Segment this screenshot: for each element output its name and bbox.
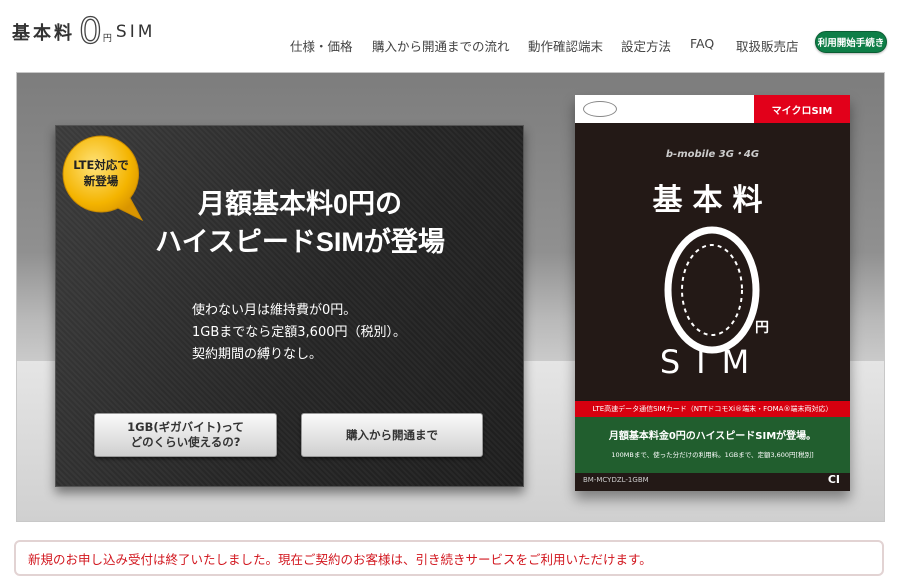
purchase-to-activation-button[interactable]: 購入から開通まで xyxy=(301,413,483,457)
package-green-title: 月額基本料金0円のハイスピードSIMが登場。 xyxy=(608,431,817,442)
package-yen: 円 xyxy=(755,320,769,336)
maker-logo: CI xyxy=(827,473,840,486)
nav-faq[interactable]: FAQ xyxy=(690,36,714,51)
nav-spec-price[interactable]: 仕様・価格 xyxy=(290,36,353,55)
nav-retailers[interactable]: 取扱販売店 xyxy=(736,36,799,55)
logo-zero: 0 xyxy=(78,11,102,52)
package-green-note: 100MBまで、使った分だけの利用料。1GBまで、定額3,600円[税別] xyxy=(611,451,814,459)
b-mobile-logo-icon xyxy=(583,101,617,117)
package-green-band: 月額基本料金0円のハイスピードSIMが登場。 100MBまで、使った分だけの利用… xyxy=(575,417,850,473)
nav-setup[interactable]: 設定方法 xyxy=(621,36,671,55)
package-zero-icon xyxy=(664,226,760,354)
package-code: BM-MCYDZL-1GBM xyxy=(583,476,649,484)
package-brand: b-mobile 3G・4G xyxy=(665,149,760,160)
hero-headline: 月額基本料0円の ハイスピードSIMが登場 xyxy=(115,185,485,261)
hero-body-line: 使わない月は維持費が0円。 xyxy=(192,303,357,318)
gb-usage-button[interactable]: 1GB(ギガバイト)って どのくらい使えるの? xyxy=(94,413,277,457)
service-notice: 新規のお申し込み受付は終了いたしました。現在ご契約のお客様は、引き続きサービスを… xyxy=(14,540,884,576)
logo-yen: 円 xyxy=(102,34,112,44)
sim-package-image: マイクロSIM b-mobile 3G・4G 基本料 円 SIM LTE高速デー… xyxy=(575,95,850,491)
hero-body: 使わない月は維持費が0円。 1GBまでなら定額3,600円（税別）。 契約期間の… xyxy=(192,300,406,366)
hero-body-line: 契約期間の縛りなし。 xyxy=(192,347,323,362)
logo-kanji: 基本料 xyxy=(12,23,75,44)
package-red-band: LTE高速データ通信SIMカード（NTTドコモXi®端末・FOMA®端末両対応） xyxy=(575,401,850,417)
nav-compatible-devices[interactable]: 動作確認端末 xyxy=(528,36,603,55)
logo-sim: SIM xyxy=(115,22,156,42)
hero-body-line: 1GBまでなら定額3,600円（税別）。 xyxy=(192,325,406,340)
headline-line-1: 月額基本料0円の xyxy=(197,189,403,219)
package-sim: SIM xyxy=(659,343,766,381)
micro-sim-label: マイクロSIM xyxy=(754,95,850,123)
site-logo[interactable]: 基本料 0 円 SIM xyxy=(12,12,155,52)
nav-purchase-flow[interactable]: 購入から開通までの流れ xyxy=(372,36,510,55)
start-procedure-button[interactable]: 利用開始手続き xyxy=(815,31,887,53)
headline-line-2: ハイスピードSIMが登場 xyxy=(155,227,445,257)
hero-banner: LTE対応で 新登場 月額基本料0円の ハイスピードSIMが登場 使わない月は維… xyxy=(16,72,885,522)
site-header: 基本料 0 円 SIM 仕様・価格 購入から開通までの流れ 動作確認端末 設定方… xyxy=(0,0,900,66)
package-kanji: 基本料 xyxy=(652,183,773,218)
